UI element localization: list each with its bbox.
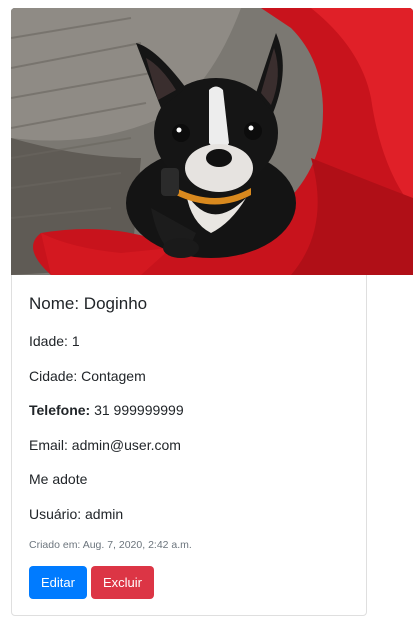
delete-button[interactable]: Excluir bbox=[90, 566, 154, 599]
card-actions: Editar Excluir bbox=[29, 566, 154, 599]
phone-value: 31 999999999 bbox=[90, 402, 184, 418]
phone-label: Telefone: bbox=[29, 402, 91, 418]
created-date: Criado em: Aug. 7, 2020, 2:42 a.m. bbox=[29, 539, 192, 551]
pet-age: Idade: 1 bbox=[29, 333, 80, 349]
edit-button[interactable]: Editar bbox=[29, 566, 87, 599]
pet-email: Email: admin@user.com bbox=[29, 436, 181, 453]
pet-description: Me adote bbox=[29, 471, 88, 487]
pet-owner-user: Usuário: admin bbox=[29, 505, 124, 522]
pet-card-body: Nome: Doginho Idade: 1 Cidade: Contagem … bbox=[29, 294, 349, 599]
dog-image bbox=[11, 8, 413, 275]
pet-name: Nome: Doginho bbox=[29, 294, 148, 313]
pet-city: Cidade: Contagem bbox=[29, 367, 146, 384]
pet-photo bbox=[11, 8, 413, 275]
pet-phone: Telefone: 31 999999999 bbox=[29, 400, 349, 421]
